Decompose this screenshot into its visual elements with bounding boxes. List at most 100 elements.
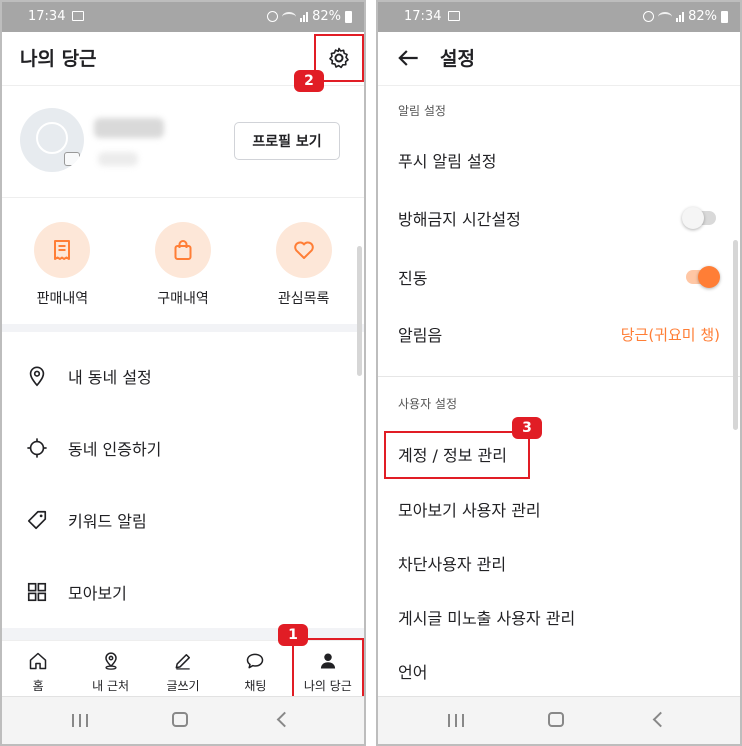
page-title: 설정 xyxy=(440,48,475,70)
tab-label: 채팅 xyxy=(244,679,267,693)
menu-item-neighborhood-settings[interactable]: 내 동네 설정 xyxy=(2,340,364,412)
battery-percent: 82% xyxy=(312,9,341,24)
profile-section: 프로필 보기 xyxy=(2,86,364,198)
header: 설정 xyxy=(378,32,740,86)
signal-icon xyxy=(676,11,685,22)
scrollbar[interactable] xyxy=(357,246,362,376)
section-divider xyxy=(378,376,740,377)
row-label: 방해금지 시간설정 xyxy=(398,210,521,229)
wifi-icon xyxy=(282,11,297,22)
status-time: 17:34 xyxy=(404,9,442,24)
system-nav-bar xyxy=(2,696,364,744)
menu-label: 동네 인증하기 xyxy=(68,440,162,459)
status-time: 17:34 xyxy=(28,9,66,24)
wifi-icon xyxy=(658,11,673,22)
quick-label: 관심목록 xyxy=(277,291,330,307)
tag-icon xyxy=(27,510,47,530)
blurred-username xyxy=(94,118,164,138)
hidden-posts-users-management[interactable]: 게시글 미노출 사용자 관리 xyxy=(398,597,720,637)
notification-sound-value: 당근(귀요미 챙) xyxy=(620,325,720,344)
recent-apps-icon[interactable] xyxy=(72,714,88,727)
menu-list: 내 동네 설정 동네 인증하기 키워드 알림 모아보기 xyxy=(2,340,364,628)
language-row[interactable]: 언어 xyxy=(398,651,720,691)
crosshair-icon xyxy=(27,438,47,458)
push-notification-settings[interactable]: 푸시 알림 설정 xyxy=(398,140,720,180)
heart-icon xyxy=(293,241,314,259)
tab-chat[interactable]: 채팅 xyxy=(219,641,291,700)
row-label: 차단사용자 관리 xyxy=(398,555,507,574)
menu-label: 키워드 알림 xyxy=(68,512,147,531)
blurred-location xyxy=(98,152,138,166)
toggle-knob xyxy=(682,207,704,229)
nearby-pin-icon xyxy=(104,652,117,670)
page-title: 나의 당근 xyxy=(20,48,97,70)
home-button-icon[interactable] xyxy=(548,712,564,727)
tab-label: 홈 xyxy=(32,679,44,693)
row-label: 언어 xyxy=(398,663,428,682)
image-notification-icon xyxy=(72,11,84,21)
status-bar: 17:34 82% xyxy=(378,2,740,32)
wishlist-button[interactable]: 관심목록 xyxy=(243,198,364,324)
quick-actions: 판매내역 구매내역 관심목록 xyxy=(2,198,364,332)
blocked-users-management[interactable]: 차단사용자 관리 xyxy=(398,543,720,583)
alarm-icon xyxy=(267,11,279,22)
quick-label: 구매내역 xyxy=(157,291,209,307)
do-not-disturb-row[interactable]: 방해금지 시간설정 xyxy=(398,198,720,238)
tab-label: 내 근처 xyxy=(92,679,130,693)
home-button-icon[interactable] xyxy=(172,712,188,727)
my-tab-highlight xyxy=(292,638,364,700)
purchase-history-button[interactable]: 구매내역 xyxy=(123,198,244,324)
feed-users-management[interactable]: 모아보기 사용자 관리 xyxy=(398,489,720,529)
scrollbar[interactable] xyxy=(733,240,738,430)
tab-home[interactable]: 홈 xyxy=(2,641,74,700)
row-label: 진동 xyxy=(398,269,428,288)
menu-item-neighborhood-verify[interactable]: 동네 인증하기 xyxy=(2,412,364,484)
toggle-knob xyxy=(698,266,720,288)
back-arrow-icon[interactable] xyxy=(396,45,422,71)
signal-icon xyxy=(300,11,309,22)
vibration-toggle[interactable] xyxy=(686,266,720,288)
section-title-notifications: 알림 설정 xyxy=(398,104,446,118)
menu-item-keyword-alerts[interactable]: 키워드 알림 xyxy=(2,484,364,556)
camera-icon xyxy=(64,152,80,166)
status-bar: 17:34 82% xyxy=(2,2,364,32)
row-label: 모아보기 사용자 관리 xyxy=(398,501,541,520)
recent-apps-icon[interactable] xyxy=(448,714,464,727)
step-badge-1: 1 xyxy=(278,624,308,646)
avatar[interactable] xyxy=(20,108,84,172)
image-notification-icon xyxy=(448,11,460,21)
battery-percent: 82% xyxy=(688,9,717,24)
back-chevron-icon[interactable] xyxy=(652,711,669,728)
settings-screen: 17:34 82% 설정 알림 설정 푸시 알림 설정 방해금지 시간설정 진동 xyxy=(376,0,742,746)
vibration-row[interactable]: 진동 xyxy=(398,257,720,297)
dnd-toggle[interactable] xyxy=(682,207,716,229)
row-label: 알림음 xyxy=(398,326,443,345)
home-icon xyxy=(29,652,47,670)
tab-write[interactable]: 글쓰기 xyxy=(147,641,219,700)
row-label: 게시글 미노출 사용자 관리 xyxy=(398,609,576,628)
account-highlight xyxy=(384,431,530,479)
sales-history-button[interactable]: 판매내역 xyxy=(2,198,123,324)
chat-icon xyxy=(247,653,264,669)
back-chevron-icon[interactable] xyxy=(276,711,293,728)
location-pin-icon xyxy=(29,366,45,387)
view-profile-button[interactable]: 프로필 보기 xyxy=(234,122,340,160)
menu-item-collections[interactable]: 모아보기 xyxy=(2,556,364,628)
alarm-icon xyxy=(643,11,655,22)
step-badge-3: 3 xyxy=(512,417,542,439)
pencil-icon xyxy=(175,654,191,670)
row-label: 푸시 알림 설정 xyxy=(398,152,497,171)
menu-label: 내 동네 설정 xyxy=(68,368,152,387)
my-karrot-screen: 17:34 82% 나의 당근 2 프로필 보기 판매내역 구매내역 관심목록 … xyxy=(0,0,366,746)
receipt-icon xyxy=(54,240,71,260)
system-nav-bar xyxy=(378,696,740,744)
quick-label: 판매내역 xyxy=(36,291,89,307)
battery-icon xyxy=(345,10,352,23)
face-icon xyxy=(36,122,68,154)
tab-nearby[interactable]: 내 근처 xyxy=(74,641,146,700)
menu-label: 모아보기 xyxy=(68,584,127,603)
shopping-bag-icon xyxy=(174,240,192,260)
section-title-user: 사용자 설정 xyxy=(398,397,458,411)
notification-sound-row[interactable]: 알림음 당근(귀요미 챙) xyxy=(398,314,720,354)
battery-icon xyxy=(721,10,728,23)
